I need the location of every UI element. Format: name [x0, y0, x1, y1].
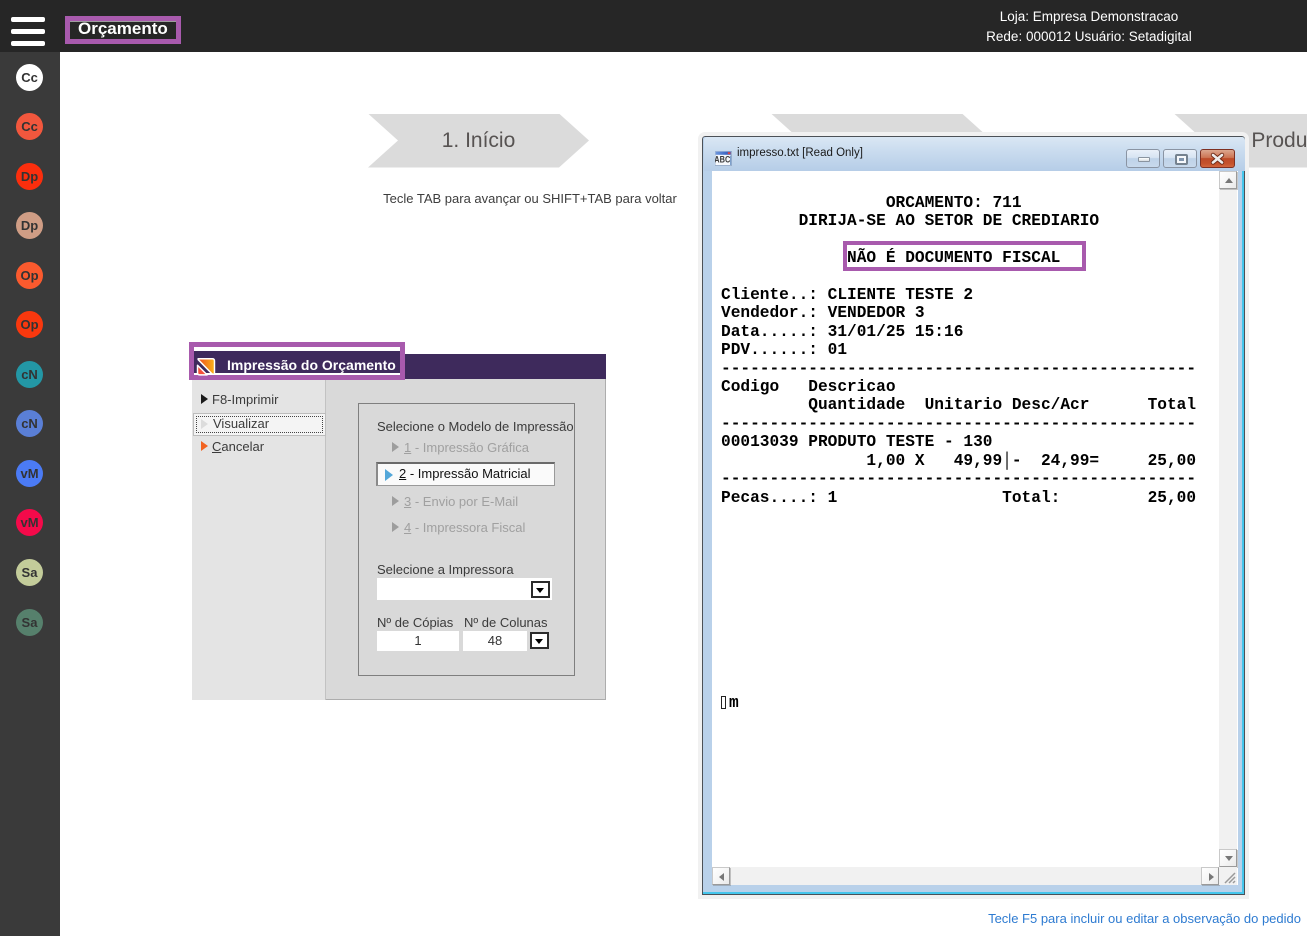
svg-text:ABC: ABC — [715, 155, 730, 166]
